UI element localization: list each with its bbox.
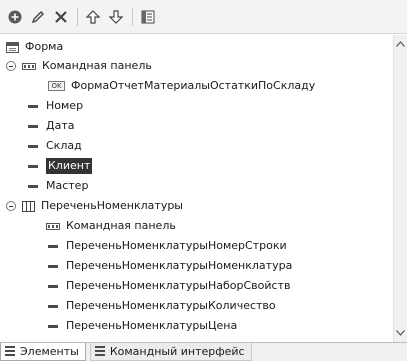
tree-item-perechen[interactable]: ПереченьНоменклатуры	[6, 196, 183, 216]
field-icon	[28, 144, 38, 148]
tab-label: Элементы	[20, 345, 79, 358]
tree-item-nomer[interactable]: Номер	[28, 96, 83, 116]
field-icon	[48, 244, 58, 248]
tree-item-label: ПереченьНоменклатурыНаборСвойств	[66, 279, 291, 292]
tree-item-label: ПереченьНоменклатурыКоличество	[66, 299, 276, 312]
form-elements-tree: Форма Командная панель OK ФормаОтчетМате…	[0, 35, 393, 342]
tree-item-label: ПереченьНоменклатурыНомерСтроки	[66, 239, 287, 252]
command-panel-icon	[22, 62, 36, 70]
delete-icon[interactable]	[50, 6, 72, 28]
field-icon	[48, 304, 58, 308]
tree-item-label: ПереченьНоменклатурыЦена	[66, 319, 238, 332]
list-icon	[94, 346, 105, 357]
collapse-toggle-icon[interactable]	[6, 201, 16, 211]
tree-item-form[interactable]: Форма	[6, 37, 63, 57]
tree-item-column[interactable]: ПереченьНоменклатурыЦена	[48, 316, 237, 336]
tree-item-label: Командная панель	[66, 219, 176, 232]
tree-item-klient[interactable]: Клиент	[28, 156, 93, 176]
tab-command-interface[interactable]: Командный интерфейс	[89, 343, 252, 361]
field-icon	[48, 284, 58, 288]
vertical-scrollbar[interactable]	[393, 35, 407, 342]
move-up-icon[interactable]	[82, 6, 104, 28]
tree-item-table-command-panel[interactable]: Командная панель	[46, 216, 176, 236]
tree-item-sklad[interactable]: Склад	[28, 136, 82, 156]
field-icon	[28, 104, 38, 108]
field-icon	[28, 124, 38, 128]
tree-item-column[interactable]: ПереченьНоменклатурыНоменклатура	[48, 256, 292, 276]
tree-item-label: ФормаОтчетМатериалыОстаткиПоСкладу	[71, 79, 316, 92]
field-icon	[48, 324, 58, 328]
field-icon	[48, 264, 58, 268]
tree-item-label: Мастер	[46, 179, 89, 192]
table-icon	[22, 200, 35, 212]
tree-item-column[interactable]: ПереченьНоменклатурыНомерСтроки	[48, 236, 287, 256]
tree-item-data[interactable]: Дата	[28, 116, 74, 136]
form-icon	[6, 41, 19, 53]
toolbar	[0, 0, 407, 34]
scroll-down-icon[interactable]	[394, 326, 407, 340]
properties-icon[interactable]	[137, 6, 159, 28]
tree-item-label: Склад	[46, 139, 82, 152]
tree-item-column[interactable]: ПереченьНоменклатурыНаборСвойств	[48, 276, 290, 296]
tree-item-label: ПереченьНоменклатуры	[41, 199, 183, 212]
tree-item-master[interactable]: Мастер	[28, 176, 88, 196]
tree-item-label-selected: Клиент	[46, 158, 93, 174]
tree-item-label: ПереченьНоменклатурыНоменклатура	[66, 259, 293, 272]
edit-icon[interactable]	[27, 6, 49, 28]
field-icon	[28, 184, 38, 188]
move-down-icon[interactable]	[105, 6, 127, 28]
toolbar-separator	[77, 7, 78, 26]
tree-item-command-panel[interactable]: Командная панель	[6, 56, 152, 76]
tree-item-label: Дата	[46, 119, 75, 132]
bottom-tabs: Элементы Командный интерфейс	[0, 342, 407, 361]
toolbar-separator	[132, 7, 133, 26]
tree-item-label: Командная панель	[42, 59, 152, 72]
tree-item-form-button[interactable]: OK ФормаОтчетМатериалыОстаткиПоСкладу	[48, 76, 315, 96]
ok-button-icon: OK	[48, 81, 65, 91]
add-icon[interactable]	[4, 6, 26, 28]
tab-label: Командный интерфейс	[109, 345, 245, 358]
field-icon	[28, 164, 38, 168]
list-icon	[5, 346, 15, 357]
tree-item-column[interactable]: ПереченьНоменклатурыКоличество	[48, 296, 276, 316]
tab-elements[interactable]: Элементы	[0, 343, 86, 361]
tree-item-label: Номер	[46, 99, 84, 112]
tree-item-label: Форма	[25, 40, 64, 53]
scroll-up-icon[interactable]	[394, 37, 407, 51]
collapse-toggle-icon[interactable]	[6, 61, 16, 71]
command-panel-icon	[46, 222, 60, 230]
